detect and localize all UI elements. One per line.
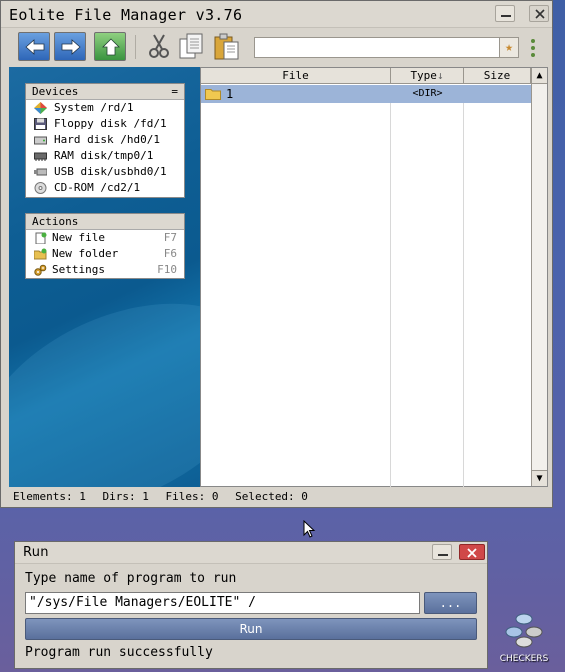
status-selected: Selected: 0 xyxy=(235,490,308,503)
run-button[interactable]: Run xyxy=(25,618,477,640)
actions-header: Actions xyxy=(26,214,184,230)
device-item-cdrom[interactable]: CD-ROM /cd2/1 xyxy=(26,180,184,196)
scroll-up-icon[interactable]: ▲ xyxy=(532,68,547,84)
new-folder-icon xyxy=(34,248,47,260)
status-bar: Elements: 1 Dirs: 1 Files: 0 Selected: 0 xyxy=(13,490,318,503)
arrow-up-icon xyxy=(102,38,120,56)
column-divider xyxy=(390,85,391,487)
checkers-icon xyxy=(505,613,543,648)
usb-icon xyxy=(34,168,47,176)
file-row-selected[interactable]: 1 <DIR> xyxy=(201,85,531,103)
forward-button[interactable] xyxy=(54,32,86,61)
column-header-type[interactable]: Type↓ xyxy=(391,68,464,84)
scroll-down-icon[interactable]: ▼ xyxy=(532,470,547,486)
close-icon xyxy=(535,9,545,19)
toolbar-separator xyxy=(135,35,136,59)
settings-icon xyxy=(34,264,47,276)
desktop-icon-label: CHECKERS xyxy=(499,654,549,664)
file-list-header: File Type↓ Size xyxy=(201,68,547,84)
close-button[interactable] xyxy=(529,5,549,22)
back-button[interactable] xyxy=(18,32,50,61)
file-name: 1 xyxy=(226,87,234,101)
run-dialog-title: Run xyxy=(23,545,49,560)
minimize-button[interactable] xyxy=(432,544,452,560)
devices-header: Devices = xyxy=(26,84,184,100)
devices-panel: Devices = System /rd/1 Floppy disk /fd/1… xyxy=(25,83,185,198)
copy-icon[interactable] xyxy=(178,31,206,61)
file-list: File Type↓ Size 1 <DIR> ▲ ▼ xyxy=(200,67,548,487)
minimize-icon xyxy=(438,554,448,556)
file-manager-window: Eolite File Manager v3.76 ★ Devices = Sy… xyxy=(0,0,553,508)
window-title: Eolite File Manager v3.76 xyxy=(9,6,243,24)
up-button[interactable] xyxy=(94,32,126,61)
devices-menu-button[interactable]: = xyxy=(171,84,178,100)
action-new-folder[interactable]: New folder F6 xyxy=(26,246,184,262)
left-pane: Devices = System /rd/1 Floppy disk /fd/1… xyxy=(9,67,200,487)
file-type: <DIR> xyxy=(412,88,443,99)
actions-panel: Actions New file F7 New folder F6 Settin… xyxy=(25,213,185,279)
action-new-file[interactable]: New file F7 xyxy=(26,230,184,246)
sort-arrow-icon: ↓ xyxy=(436,69,444,82)
device-item-ramdisk[interactable]: RAM disk/tmp0/1 xyxy=(26,148,184,164)
paste-icon[interactable] xyxy=(213,31,241,61)
system-icon xyxy=(34,102,47,114)
status-dirs: Dirs: 1 xyxy=(102,490,149,503)
new-file-icon xyxy=(35,232,47,244)
minimize-icon xyxy=(501,15,511,17)
favorites-star-icon[interactable]: ★ xyxy=(500,37,519,58)
cut-icon[interactable] xyxy=(146,31,172,61)
status-elements: Elements: 1 xyxy=(13,490,86,503)
close-button[interactable] xyxy=(459,544,485,560)
floppy-icon xyxy=(34,118,47,130)
mouse-cursor-icon xyxy=(303,520,316,538)
program-path-input[interactable]: "/sys/File Managers/EOLITE" / xyxy=(25,592,420,614)
toolbar: ★ xyxy=(1,29,552,65)
run-dialog: Run Type name of program to run "/sys/Fi… xyxy=(14,541,488,669)
browse-button[interactable]: ... xyxy=(424,592,477,614)
file-manager-titlebar[interactable]: Eolite File Manager v3.76 xyxy=(1,1,552,28)
menu-dots-icon[interactable] xyxy=(531,39,537,60)
close-icon xyxy=(467,548,477,558)
folder-icon xyxy=(205,89,221,100)
arrow-left-icon xyxy=(25,39,45,55)
file-size xyxy=(464,85,531,103)
run-status-text: Program run successfully xyxy=(25,645,213,660)
ramdisk-icon xyxy=(34,152,47,161)
path-input[interactable] xyxy=(254,37,500,58)
run-dialog-titlebar[interactable]: Run xyxy=(15,542,487,564)
status-files: Files: 0 xyxy=(165,490,219,503)
device-item-system[interactable]: System /rd/1 xyxy=(26,100,184,116)
action-settings[interactable]: Settings F10 xyxy=(26,262,184,278)
arrow-right-icon xyxy=(61,39,81,55)
cdrom-icon xyxy=(34,182,47,194)
device-item-harddisk[interactable]: Hard disk /hd0/1 xyxy=(26,132,184,148)
device-item-floppy[interactable]: Floppy disk /fd/1 xyxy=(26,116,184,132)
column-header-size[interactable]: Size xyxy=(464,68,531,84)
run-prompt-label: Type name of program to run xyxy=(25,571,237,586)
column-divider xyxy=(463,85,464,487)
minimize-button[interactable] xyxy=(495,5,515,22)
column-header-file[interactable]: File xyxy=(201,68,391,84)
harddisk-icon xyxy=(34,136,47,145)
vertical-scrollbar[interactable]: ▲ ▼ xyxy=(531,68,547,486)
desktop-icon-checkers[interactable]: CHECKERS xyxy=(498,610,550,668)
device-item-usb[interactable]: USB disk/usbhd0/1 xyxy=(26,164,184,180)
